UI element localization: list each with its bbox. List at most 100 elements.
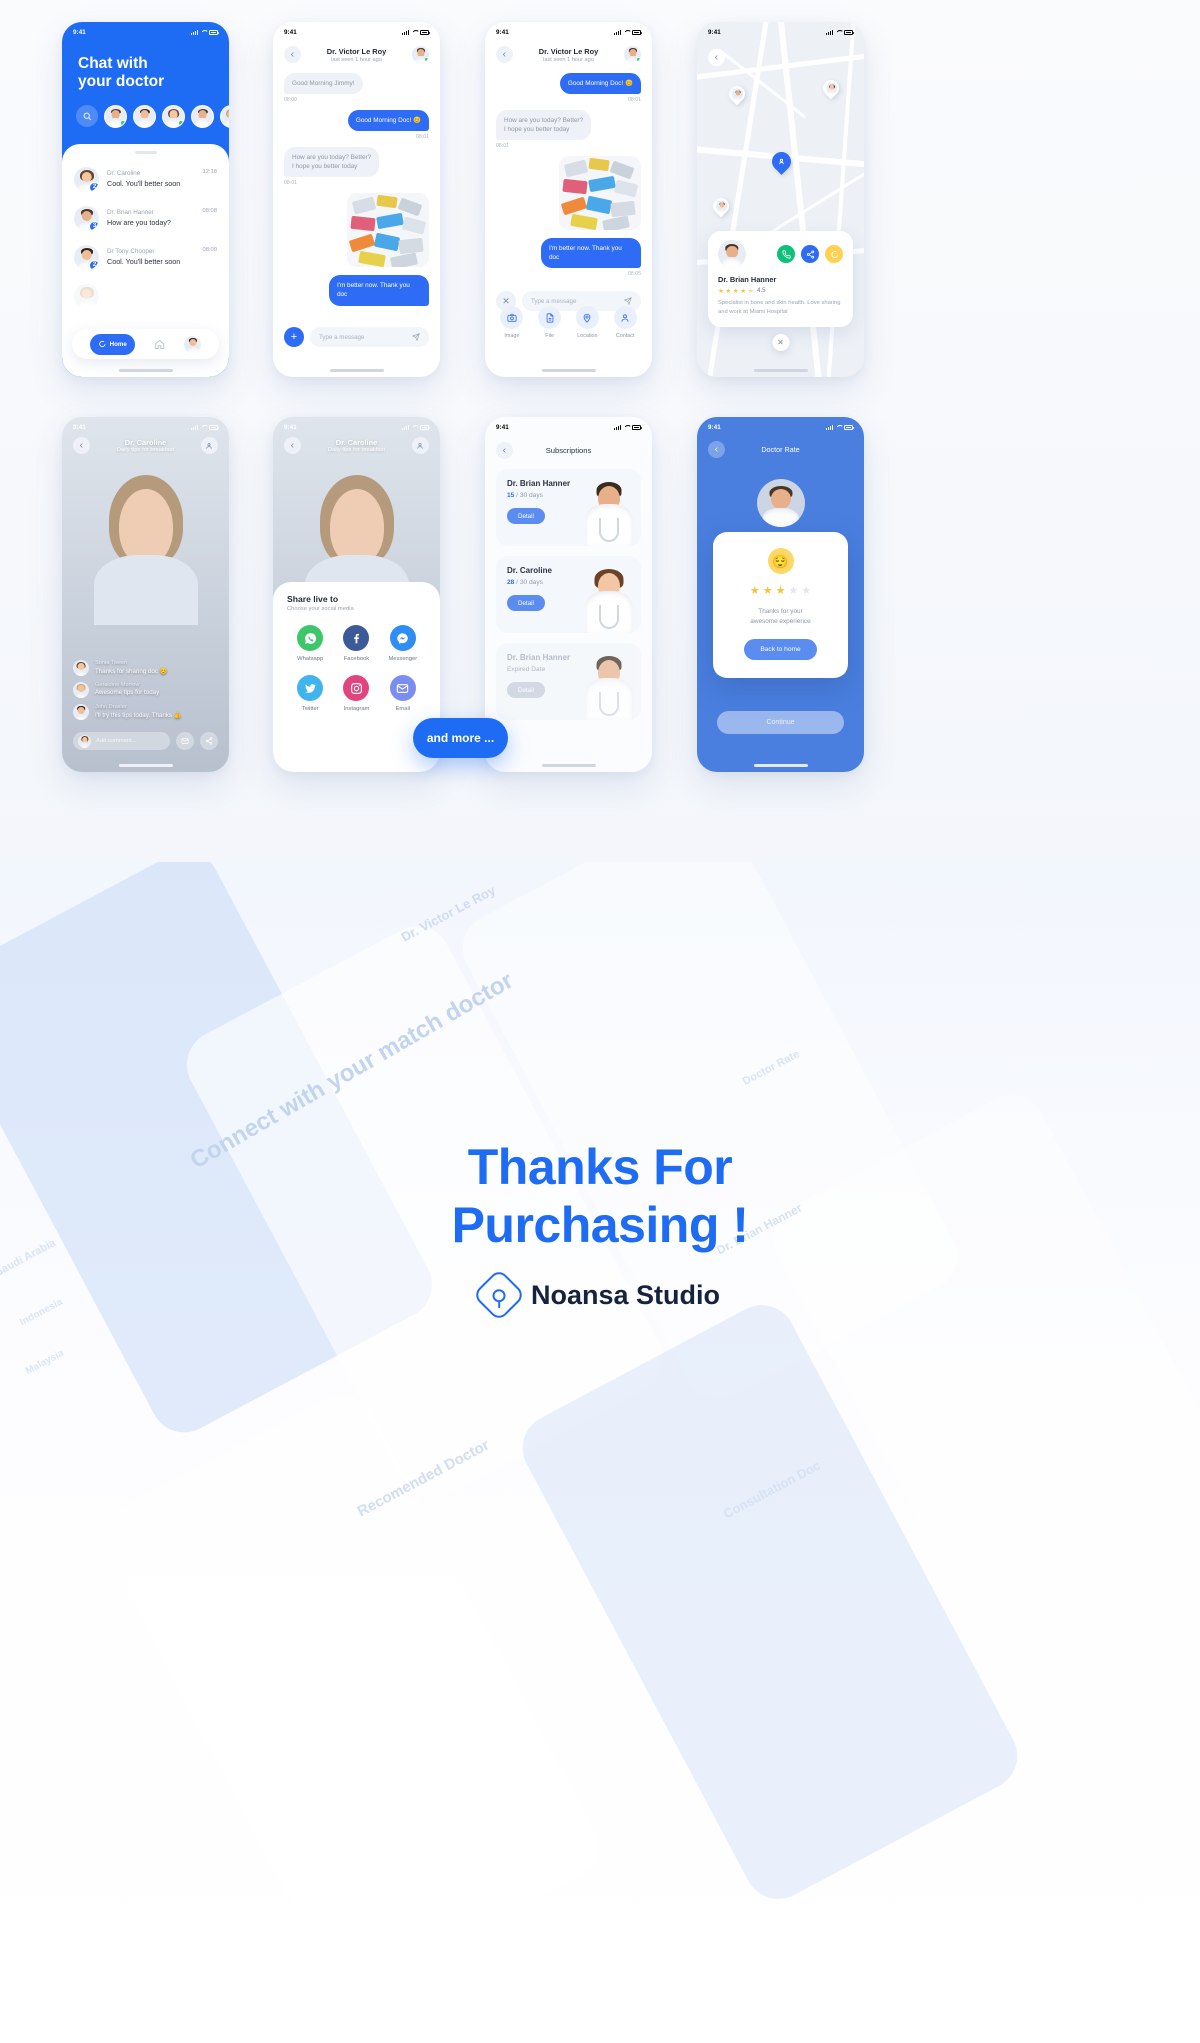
star-icon[interactable]: ★ [776,584,786,597]
back-button[interactable] [496,442,513,459]
share-messenger[interactable]: Messenger [380,625,426,662]
battery-icon [632,30,642,35]
wifi-icon [412,30,418,35]
star-icon[interactable]: ★ [801,584,811,597]
detail-button[interactable]: Detail [507,508,545,524]
profile-button[interactable] [411,437,429,454]
plus-icon[interactable]: + [284,327,304,347]
subscription-card-expired[interactable]: Dr. Brian Hanner Expired Date Detail [496,643,641,720]
subscription-card[interactable]: Dr. Caroline 28 / 30 days Detail [496,556,641,633]
image-message[interactable] [347,193,429,268]
share-label: Whatsapp [297,656,324,662]
back-button[interactable] [284,437,301,454]
search-icon[interactable] [76,105,98,128]
star-icon[interactable]: ★ [750,584,760,597]
phone-share-sheet: 9:41 Dr. Caroline Daily tips for breakfa… [273,417,440,772]
list-item[interactable] [62,277,229,316]
call-button[interactable] [777,245,795,264]
story-row [62,92,229,128]
avatar: 2 [74,244,99,270]
continue-button[interactable]: Continue [717,711,844,734]
contact-icon [613,306,637,329]
attachment-contact[interactable]: Contact [613,306,637,339]
comment-author: Sonia Tween [95,660,128,666]
rating-stars[interactable]: ★ ★ ★ ★ ★ [727,584,834,597]
story-avatar[interactable] [104,104,127,128]
attachment-location[interactable]: Location [575,306,599,339]
battery-icon [420,425,430,430]
list-item[interactable]: 2 Dr. Caroline Cool. You'll better soon … [62,160,229,199]
message-time: 08:01 [284,180,297,187]
avatar[interactable] [624,46,641,63]
battery-icon [209,30,219,35]
list-item[interactable]: 2 Dr Tony Chooper Cool. You'll better so… [62,238,229,277]
profile-button[interactable] [200,437,218,454]
detail-button[interactable]: Detail [507,595,545,611]
detail-button[interactable]: Detail [507,682,545,698]
back-button[interactable] [496,46,513,63]
share-whatsapp[interactable]: Whatsapp [287,625,333,662]
list-item[interactable]: 3 Dr. Brian Hanner How are you today? 08… [62,199,229,238]
doctor-description: Specialist in bone and skin health. Love… [718,300,841,315]
star-icon[interactable]: ★ [788,584,798,597]
avatar [73,704,89,720]
messenger-icon [389,625,416,651]
share-email[interactable]: Email [380,675,426,712]
story-avatar[interactable] [162,104,185,128]
close-icon[interactable]: ✕ [772,334,789,351]
star-icon: ★ [725,288,732,296]
story-avatar[interactable] [133,104,156,128]
avatar [718,240,746,269]
tab-profile-avatar[interactable] [184,335,202,353]
story-avatar[interactable] [191,104,214,128]
message-bubble: Good Morning Doc! 😊 [559,73,641,95]
tab-home-icon[interactable] [154,339,165,350]
back-button[interactable] [284,46,301,63]
heading-line-2: Purchasing ! [451,1197,749,1253]
attachment-image[interactable]: Image [500,306,524,339]
signal-icon [614,30,621,35]
live-header: Dr. Caroline Daily tips for breakfast [273,437,440,454]
phone-rating: 9:41 Doctor Rate Continue 😌 ★ ★ ★ ★ ★ Th… [697,417,864,772]
doctor-avatar [756,479,805,527]
message-button[interactable] [825,245,843,264]
back-button[interactable] [708,441,725,458]
image-message[interactable] [559,156,641,231]
wifi-icon [836,30,842,35]
back-button[interactable] [73,437,90,454]
timestamp: 12:18 [202,168,217,175]
last-message: Cool. You'll better soon [107,257,181,266]
subscription-card[interactable]: Dr. Brian Hanner 15 / 30 days Detail [496,469,641,546]
back-to-home-button[interactable]: Back to home [744,639,817,661]
avatar [73,660,89,676]
avatar[interactable] [412,46,429,63]
wifi-icon [201,425,207,430]
whatsapp-icon [297,625,324,651]
comment-author: Geraldine Morrow [95,682,140,688]
star-icon[interactable]: ★ [763,584,773,597]
page-title: Chat with your doctor [62,39,229,92]
contact-status: last seen 1 hour ago [543,56,594,63]
status-time: 9:41 [708,424,721,431]
share-facebook[interactable]: Facebook [333,625,379,662]
title-line-1: Chat with [78,55,148,72]
last-message: How are you today? [107,218,171,227]
back-button[interactable] [708,49,725,66]
share-instagram[interactable]: Instagram [333,675,379,712]
share-button[interactable] [801,245,819,264]
share-twitter[interactable]: Twitter [287,675,333,712]
status-time: 9:41 [496,29,509,36]
live-subtitle: Daily tips for breakfast [327,447,386,453]
message-input[interactable]: Type a message [310,327,429,347]
rating-stars: ★ ★ ★ ★ ★ 4.5 [718,287,843,295]
contact-name: Dr. Victor Le Roy [326,46,387,56]
signal-icon [402,30,409,35]
share-icon[interactable] [200,732,218,750]
noansa-logo-icon [472,1268,526,1322]
story-avatar[interactable] [220,104,229,128]
mail-icon[interactable] [176,732,194,750]
status-time: 9:41 [708,29,721,36]
attachment-file[interactable]: File [538,306,562,339]
comment-input[interactable]: Add comment... [73,732,170,750]
tab-home[interactable]: Home [89,333,135,355]
